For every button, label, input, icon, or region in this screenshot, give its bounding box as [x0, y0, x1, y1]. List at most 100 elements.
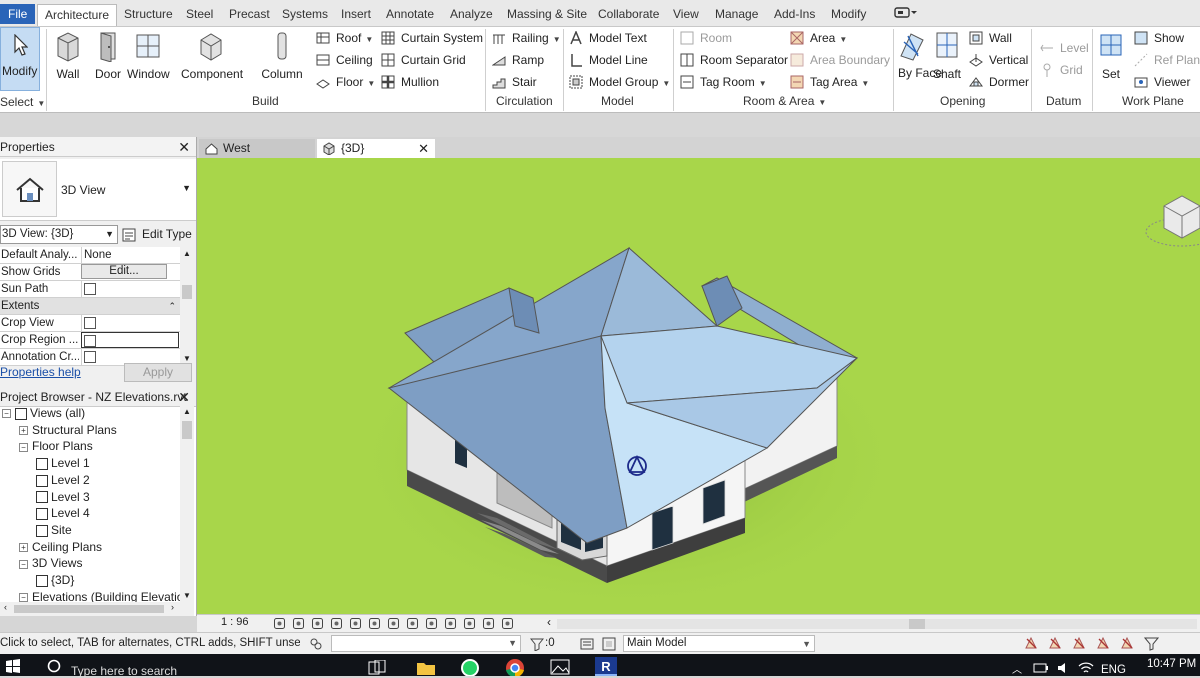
ceiling-button[interactable]: Ceiling	[316, 51, 373, 69]
tag-area-button[interactable]: Tag Area ▼	[790, 73, 869, 91]
vertical-opening-button[interactable]: Vertical	[969, 51, 1028, 69]
wifi-icon[interactable]	[1078, 661, 1094, 675]
show-work-plane-button[interactable]: Show	[1134, 29, 1184, 47]
roof-button[interactable]: Roof ▼	[316, 29, 373, 47]
browser-node[interactable]: Level 2	[36, 472, 90, 489]
show-crop-icon[interactable]	[387, 617, 400, 630]
tab-analyze[interactable]: Analyze	[450, 4, 493, 26]
sun-path-checkbox[interactable]	[84, 283, 96, 295]
model-line-button[interactable]: Model Line	[569, 51, 648, 69]
browser-node[interactable]: Level 3	[36, 489, 90, 506]
language-indicator[interactable]: ENG	[1101, 664, 1126, 676]
show-grids-edit-button[interactable]: Edit...	[81, 264, 167, 279]
browser-node[interactable]: Level 1	[36, 455, 90, 472]
viewcube-icon[interactable]	[1142, 186, 1200, 252]
properties-scrollbar[interactable]: ▲ ▼	[180, 247, 194, 365]
main-model-dropdown[interactable]: Main Model ▼	[623, 635, 815, 652]
view-tab-3d[interactable]: {3D} ✕	[317, 139, 435, 158]
wall-opening-button[interactable]: Wall	[969, 29, 1012, 47]
crop-view-icon[interactable]	[368, 617, 381, 630]
chevron-left-icon[interactable]: ‹	[547, 615, 551, 629]
collapse-icon[interactable]: −	[2, 409, 11, 419]
close-icon[interactable]: ✕	[418, 139, 429, 158]
panel-toggle-icon[interactable]	[894, 4, 920, 26]
select-underlay-icon[interactable]	[1048, 636, 1063, 651]
floor-button[interactable]: Floor ▼	[316, 73, 375, 91]
photos-icon[interactable]	[550, 659, 570, 675]
highlight-displacement-icon[interactable]	[482, 617, 495, 630]
grid-button[interactable]: Grid	[1040, 61, 1083, 79]
close-icon[interactable]: ✕	[178, 137, 190, 157]
browser-node[interactable]: Level 4	[36, 505, 90, 522]
browser-node[interactable]: − Elevations (Building Elevation	[19, 589, 180, 602]
wall-button[interactable]: Wall	[52, 27, 84, 81]
annotation-crop-checkbox[interactable]	[84, 351, 96, 363]
crop-region-checkbox[interactable]	[84, 335, 96, 347]
properties-help-link[interactable]: Properties help	[0, 365, 81, 379]
stair-button[interactable]: Stair	[492, 73, 537, 91]
sun-path-icon[interactable]	[311, 617, 324, 630]
area-boundary-button[interactable]: Area Boundary	[790, 51, 890, 69]
house-3d-model[interactable]	[197, 158, 1200, 618]
workset-dropdown[interactable]: ▼	[331, 635, 521, 652]
crop-view-checkbox[interactable]	[84, 317, 96, 329]
chrome-icon[interactable]	[505, 658, 525, 676]
dormer-button[interactable]: Dormer	[969, 73, 1029, 91]
browser-node[interactable]: Site	[36, 522, 72, 539]
filter-count-icon[interactable]	[530, 637, 544, 651]
tab-steel[interactable]: Steel	[186, 4, 213, 26]
extents-section[interactable]: Extents ⌃	[0, 298, 180, 315]
worksharing-icon[interactable]	[309, 637, 323, 651]
view-scale[interactable]: 1 : 96	[221, 616, 249, 628]
modify-button[interactable]: Modify	[0, 27, 40, 91]
collapse-icon[interactable]: −	[19, 559, 28, 569]
tab-precast[interactable]: Precast	[229, 4, 270, 26]
select-pinned-icon[interactable]	[1072, 636, 1087, 651]
tab-annotate[interactable]: Annotate	[386, 4, 434, 26]
column-button[interactable]: Column	[261, 27, 303, 81]
curtain-grid-button[interactable]: Curtain Grid	[381, 51, 466, 69]
browser-scrollbar[interactable]: ▲ ▼	[180, 405, 194, 602]
reveal-hidden-icon[interactable]	[444, 617, 457, 630]
window-button[interactable]: Window	[127, 27, 170, 81]
constraints-icon[interactable]	[501, 617, 514, 630]
editing-requests-icon[interactable]	[580, 637, 594, 651]
shadows-icon[interactable]	[330, 617, 343, 630]
area-button[interactable]: Area ▼	[790, 29, 847, 47]
file-explorer-icon[interactable]	[416, 660, 436, 676]
tab-massing-site[interactable]: Massing & Site	[507, 4, 587, 26]
browser-node[interactable]: − Floor Plans	[19, 438, 93, 455]
expand-icon[interactable]: +	[19, 542, 28, 552]
volume-icon[interactable]	[1057, 661, 1071, 675]
temporary-hide-icon[interactable]	[425, 617, 438, 630]
set-button[interactable]: Set	[1097, 27, 1125, 81]
tab-modify[interactable]: Modify	[831, 4, 866, 26]
tab-collaborate[interactable]: Collaborate	[598, 4, 659, 26]
browser-hscrollbar[interactable]: ‹ ›	[0, 602, 194, 616]
select-panel-label[interactable]: Select ▼	[0, 95, 45, 109]
ramp-button[interactable]: Ramp	[492, 51, 544, 69]
detail-level-icon[interactable]	[273, 617, 286, 630]
battery-icon[interactable]	[1033, 662, 1049, 674]
browser-node[interactable]: {3D}	[36, 572, 74, 589]
tag-room-button[interactable]: Tag Room ▼	[680, 73, 767, 91]
drag-elements-icon[interactable]	[1120, 636, 1135, 651]
browser-node[interactable]: −3D Views	[19, 555, 82, 572]
level-button[interactable]: Level	[1040, 39, 1089, 57]
render-icon[interactable]	[349, 617, 362, 630]
door-button[interactable]: Door	[92, 27, 124, 81]
filter-icon[interactable]	[1144, 636, 1159, 651]
chevron-down-icon[interactable]: ▼	[182, 183, 191, 193]
tab-view[interactable]: View	[673, 4, 699, 26]
tab-structure[interactable]: Structure	[124, 4, 173, 26]
tab-architecture[interactable]: Architecture	[37, 4, 118, 26]
visual-style-icon[interactable]	[292, 617, 305, 630]
clock-time[interactable]: 10:47 PM	[1147, 658, 1196, 670]
task-view-icon[interactable]	[368, 660, 386, 676]
room-area-panel-label[interactable]: Room & Area ▼	[743, 94, 826, 108]
ref-plane-button[interactable]: Ref Plane	[1134, 51, 1200, 69]
apply-button[interactable]: Apply	[124, 363, 192, 382]
chevron-up-icon[interactable]: ︿	[1012, 661, 1022, 676]
close-icon[interactable]: ✕	[178, 387, 190, 407]
collapse-icon[interactable]: −	[19, 593, 28, 602]
